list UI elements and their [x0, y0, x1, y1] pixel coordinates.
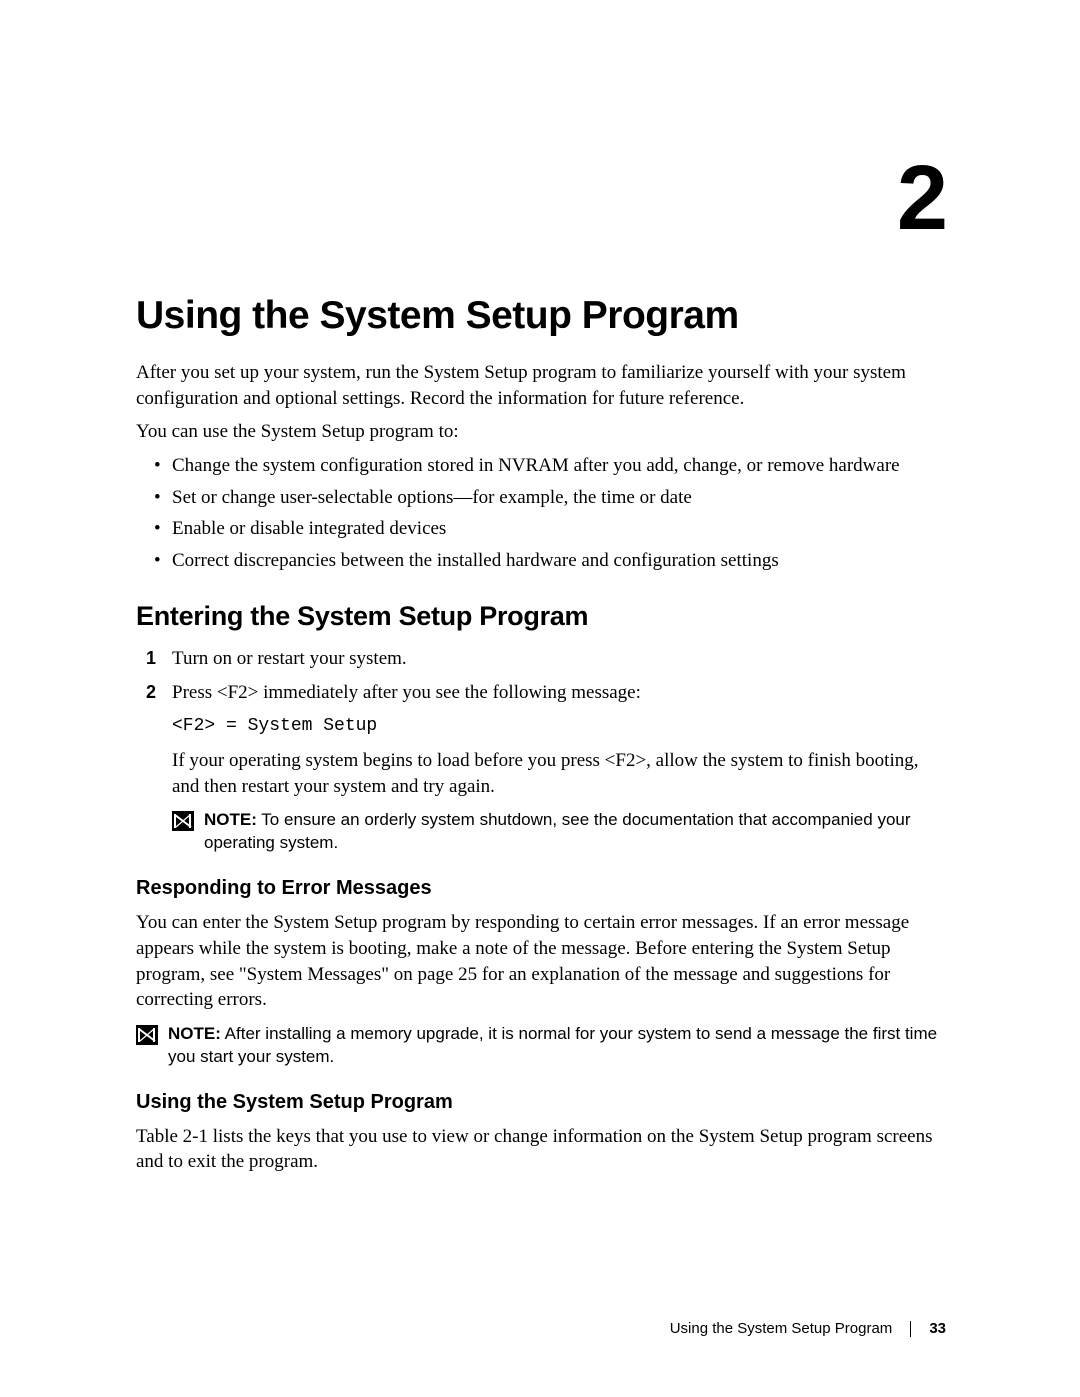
intro-bullet-list: Change the system configuration stored i… [136, 453, 946, 574]
intro-paragraph-2: You can use the System Setup program to: [136, 419, 946, 445]
note-icon [136, 1025, 158, 1045]
note-icon [172, 811, 194, 831]
responding-body: You can enter the System Setup program b… [136, 910, 946, 1013]
footer-page-number: 33 [929, 1320, 946, 1337]
heading-entering: Entering the System Setup Program [136, 601, 946, 632]
footer-divider [910, 1321, 911, 1337]
footer-running-title: Using the System Setup Program [670, 1320, 893, 1337]
page-title: Using the System Setup Program [136, 294, 946, 338]
step-continuation: If your operating system begins to load … [172, 748, 946, 799]
code-sample: <F2> = System Setup [172, 714, 946, 738]
note-body: To ensure an orderly system shutdown, se… [204, 810, 911, 852]
note-block: NOTE: To ensure an orderly system shutdo… [136, 809, 946, 855]
step-text: Press <F2> immediately after you see the… [172, 682, 641, 703]
note-body: After installing a memory upgrade, it is… [168, 1024, 937, 1066]
heading-responding: Responding to Error Messages [136, 877, 946, 900]
intro-paragraph-1: After you set up your system, run the Sy… [136, 360, 946, 411]
chapter-number: 2 [136, 152, 946, 244]
using-body: Table 2-1 lists the keys that you use to… [136, 1124, 946, 1175]
note-text: NOTE: To ensure an orderly system shutdo… [204, 809, 946, 855]
note-label: NOTE: [204, 810, 257, 829]
step-text: Turn on or restart your system. [172, 648, 407, 669]
page-content: 2 Using the System Setup Program After y… [136, 0, 946, 1183]
list-item: Correct discrepancies between the instal… [172, 548, 946, 574]
steps-list: Turn on or restart your system. Press <F… [136, 646, 946, 799]
note-label: NOTE: [168, 1024, 221, 1043]
note-block: NOTE: After installing a memory upgrade,… [136, 1023, 946, 1069]
step-item: Turn on or restart your system. [172, 646, 946, 672]
list-item: Enable or disable integrated devices [172, 516, 946, 542]
list-item: Change the system configuration stored i… [172, 453, 946, 479]
list-item: Set or change user-selectable options—fo… [172, 485, 946, 511]
page-footer: Using the System Setup Program 33 [670, 1320, 946, 1337]
heading-using: Using the System Setup Program [136, 1091, 946, 1114]
note-text: NOTE: After installing a memory upgrade,… [168, 1023, 946, 1069]
step-item: Press <F2> immediately after you see the… [172, 680, 946, 799]
